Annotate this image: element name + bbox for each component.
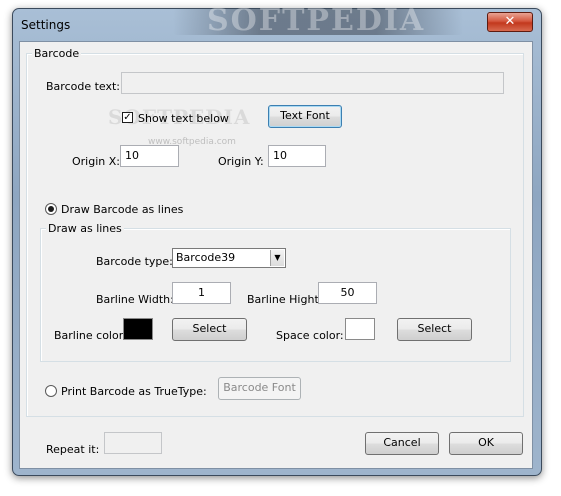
barline-color-select-button[interactable]: Select	[172, 318, 247, 341]
barcode-type-label: Barcode type:	[96, 255, 173, 268]
barline-color-swatch	[123, 318, 153, 340]
barline-hight-input[interactable]: 50	[318, 282, 377, 304]
barcode-group-legend: Barcode	[32, 47, 82, 60]
close-icon: ✕	[504, 14, 516, 29]
text-font-button[interactable]: Text Font	[268, 105, 342, 128]
origin-y-label: Origin Y:	[218, 155, 264, 168]
chevron-down-icon[interactable]: ▼	[270, 250, 284, 266]
barcode-type-value: Barcode39	[176, 251, 236, 264]
check-icon: ✓	[123, 112, 132, 123]
show-text-below-checkbox[interactable]: ✓	[122, 112, 133, 123]
origin-x-input[interactable]: 10	[120, 145, 179, 167]
space-color-label: Space color:	[276, 329, 344, 342]
draw-as-lines-radio[interactable]	[45, 203, 57, 215]
window-title: Settings	[21, 18, 71, 32]
truetype-radio[interactable]	[45, 385, 57, 397]
barline-width-input[interactable]: 1	[172, 282, 231, 304]
barline-width-label: Barline Width:	[96, 293, 174, 306]
radio-selected-dot	[48, 206, 54, 212]
cancel-button[interactable]: Cancel	[365, 432, 439, 455]
repeat-label: Repeat it:	[46, 443, 100, 456]
dialog-client-area: Barcode Barcode text: SOFTPEDIA www.soft…	[19, 41, 533, 469]
barcode-text-input[interactable]	[121, 72, 504, 94]
barcode-text-label: Barcode text:	[46, 80, 121, 93]
title-bar-shading: SOFTPEDIA	[173, 3, 463, 38]
barcode-type-select[interactable]: Barcode39 ▼	[172, 248, 286, 268]
draw-as-lines-group-legend: Draw as lines	[46, 222, 124, 235]
repeat-input[interactable]	[104, 432, 162, 454]
barline-hight-label: Barline Hight:	[247, 293, 323, 306]
origin-y-input[interactable]: 10	[268, 145, 326, 167]
barline-color-label: Barline color:	[54, 329, 127, 342]
barcode-font-button[interactable]: Barcode Font	[218, 377, 301, 400]
draw-as-lines-label: Draw Barcode as lines	[61, 203, 184, 216]
truetype-label: Print Barcode as TrueType:	[61, 385, 207, 398]
softpedia-watermark: SOFTPEDIA	[207, 3, 426, 38]
space-color-swatch	[345, 318, 375, 340]
space-color-select-button[interactable]: Select	[397, 318, 472, 341]
close-button[interactable]: ✕	[487, 12, 533, 32]
origin-x-label: Origin X:	[72, 155, 120, 168]
show-text-below-label: Show text below	[138, 112, 229, 125]
ok-button[interactable]: OK	[449, 432, 523, 455]
